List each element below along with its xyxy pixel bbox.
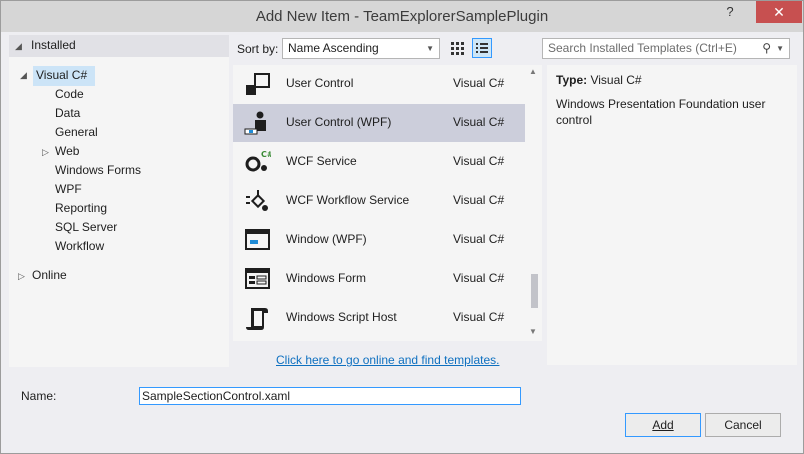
scroll-up-arrow[interactable]: ▲ <box>529 67 537 76</box>
collapsed-triangle-icon[interactable]: ▷ <box>42 147 49 158</box>
close-button[interactable]: ✕ <box>756 1 802 23</box>
type-value: Visual C# <box>590 73 642 87</box>
sort-by-label: Sort by: <box>237 42 279 56</box>
wcf-workflow-icon <box>246 190 268 211</box>
search-placeholder: Search Installed Templates (Ctrl+E) <box>548 41 737 55</box>
template-language: Visual C# <box>453 154 505 168</box>
tree-item-sql-server[interactable]: SQL Server <box>55 218 117 237</box>
template-name: Windows Script Host <box>286 310 397 324</box>
template-row-user-control[interactable]: User Control Visual C# <box>233 65 525 103</box>
sort-dropdown[interactable]: Name Ascending ▼ <box>282 38 440 59</box>
tree-item-web[interactable]: Web <box>55 142 79 161</box>
template-row-windows-script-host[interactable]: Windows Script Host Visual C# <box>233 299 525 337</box>
user-control-icon <box>246 73 270 95</box>
help-button[interactable]: ? <box>717 1 743 23</box>
add-button-label: Add <box>652 418 674 432</box>
tree-item-reporting[interactable]: Reporting <box>55 199 107 218</box>
user-control-wpf-icon <box>244 111 266 135</box>
name-label: Name: <box>21 389 57 403</box>
template-name: User Control (WPF) <box>286 115 392 129</box>
template-row-window-wpf[interactable]: Window (WPF) Visual C# <box>233 221 525 259</box>
window-wpf-icon <box>245 229 270 250</box>
installed-label: Installed <box>31 38 76 52</box>
tree-item-data[interactable]: Data <box>55 104 80 123</box>
template-language: Visual C# <box>453 271 505 285</box>
svg-text:C#: C# <box>261 150 271 159</box>
template-row-wcf-service[interactable]: C# WCF Service Visual C# <box>233 143 525 181</box>
template-list: User Control Visual C# User Control (WPF… <box>233 65 542 341</box>
tree-item-visual-csharp[interactable]: Visual C# <box>36 66 87 85</box>
search-templates-input[interactable]: Search Installed Templates (Ctrl+E) ⚲ ▼ <box>542 38 790 59</box>
template-name: WCF Workflow Service <box>286 193 410 207</box>
cancel-button[interactable]: Cancel <box>705 413 781 437</box>
template-name: User Control <box>286 76 354 90</box>
add-button[interactable]: Add <box>625 413 701 437</box>
template-description: Windows Presentation Foundation user con… <box>556 97 766 127</box>
tree-item-workflow[interactable]: Workflow <box>55 237 104 256</box>
expanded-triangle-icon: ◢ <box>20 70 27 80</box>
tree-item-code[interactable]: Code <box>55 85 84 104</box>
grid-view-button[interactable] <box>447 38 467 58</box>
chevron-down-icon: ▼ <box>426 44 434 53</box>
wcf-service-icon: C# <box>245 150 271 172</box>
details-panel: Type: Visual C# Windows Presentation Fou… <box>547 65 797 365</box>
scrollbar-thumb[interactable] <box>531 274 538 308</box>
list-view-icon <box>476 43 488 53</box>
template-language: Visual C# <box>453 76 505 90</box>
list-view-button[interactable] <box>472 38 492 58</box>
template-language: Visual C# <box>453 115 505 129</box>
grid-view-icon <box>451 42 464 55</box>
collapsed-triangle-icon[interactable]: ▷ <box>18 271 25 282</box>
installed-header[interactable]: ◢ Installed <box>9 35 229 57</box>
expanded-triangle-icon: ◢ <box>15 41 22 51</box>
type-label: Type: <box>556 73 588 87</box>
name-field[interactable]: SampleSectionControl.xaml <box>139 387 521 405</box>
template-name: Windows Form <box>286 271 367 285</box>
script-host-icon <box>246 308 268 330</box>
category-tree: ◢ Installed ◢ Visual C# Code Data Genera… <box>9 35 229 367</box>
windows-form-icon <box>245 268 270 289</box>
chevron-down-icon[interactable]: ▼ <box>776 39 784 58</box>
scroll-down-arrow[interactable]: ▼ <box>529 327 537 336</box>
search-icon[interactable]: ⚲ <box>762 39 771 58</box>
template-row-wcf-workflow-service[interactable]: WCF Workflow Service Visual C# <box>233 182 525 220</box>
online-templates-link[interactable]: Click here to go online and find templat… <box>276 353 499 367</box>
window-title: Add New Item - TeamExplorerSamplePlugin <box>255 8 549 25</box>
template-name: WCF Service <box>286 154 357 168</box>
tree-item-windows-forms[interactable]: Windows Forms <box>55 161 141 180</box>
sort-value: Name Ascending <box>288 41 379 55</box>
tree-item-wpf[interactable]: WPF <box>55 180 82 199</box>
tree-item-general[interactable]: General <box>55 123 98 142</box>
template-language: Visual C# <box>453 232 505 246</box>
template-name: Window (WPF) <box>286 232 367 246</box>
add-new-item-dialog: Add New Item - TeamExplorerSamplePlugin … <box>0 0 804 454</box>
template-row-windows-form[interactable]: Windows Form Visual C# <box>233 260 525 298</box>
tree-item-online[interactable]: Online <box>32 266 67 285</box>
template-language: Visual C# <box>453 193 505 207</box>
type-line: Type: Visual C# <box>556 73 642 87</box>
template-row-user-control-wpf[interactable]: User Control (WPF) Visual C# <box>233 104 525 142</box>
title-bar: Add New Item - TeamExplorerSamplePlugin … <box>1 1 803 32</box>
template-language: Visual C# <box>453 310 505 324</box>
